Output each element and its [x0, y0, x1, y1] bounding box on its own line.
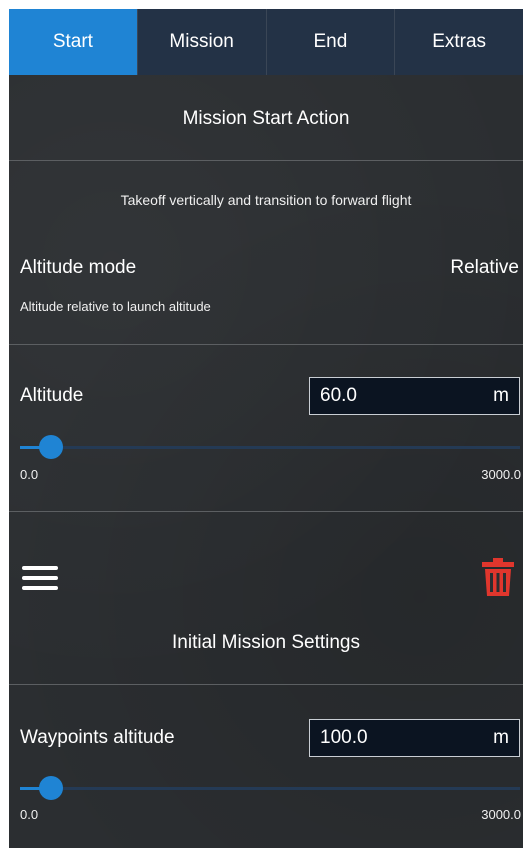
waypoints-altitude-slider[interactable]	[20, 776, 520, 800]
altitude-input-value[interactable]: 60.0	[320, 385, 357, 407]
slider-track[interactable]	[20, 446, 520, 449]
divider	[9, 511, 523, 512]
hamburger-menu-icon[interactable]	[22, 564, 58, 592]
waypoints-altitude-input[interactable]: 100.0 m	[309, 719, 520, 757]
mission-start-action-title: Mission Start Action	[182, 108, 350, 129]
slider-thumb[interactable]	[39, 776, 63, 800]
mission-panel: Start Mission End Extras Mission Start A…	[9, 9, 523, 848]
trash-icon[interactable]	[481, 558, 515, 596]
menu-bar	[22, 586, 58, 590]
tab-bar: Start Mission End Extras	[9, 9, 523, 75]
slider-thumb[interactable]	[39, 435, 63, 459]
divider	[9, 344, 523, 345]
waypoints-altitude-slider-max: 3000.0	[481, 807, 521, 822]
tab-end[interactable]: End	[266, 9, 396, 75]
altitude-slider[interactable]	[20, 435, 520, 459]
menu-bar	[22, 566, 58, 570]
divider	[9, 160, 523, 161]
slider-track[interactable]	[20, 787, 520, 790]
altitude-label: Altitude	[20, 385, 84, 406]
waypoints-altitude-input-value[interactable]: 100.0	[320, 727, 368, 749]
altitude-mode-hint: Altitude relative to launch altitude	[20, 299, 211, 314]
altitude-slider-max: 3000.0	[481, 467, 521, 482]
altitude-input[interactable]: 60.0 m	[309, 377, 520, 415]
initial-mission-settings-title: Initial Mission Settings	[172, 632, 360, 653]
tab-start[interactable]: Start	[9, 9, 138, 75]
waypoints-altitude-label: Waypoints altitude	[20, 727, 175, 748]
start-action-description: Takeoff vertically and transition to for…	[120, 192, 412, 208]
divider	[9, 684, 523, 685]
tab-extras[interactable]: Extras	[395, 9, 523, 75]
waypoints-altitude-unit: m	[493, 727, 509, 748]
waypoints-altitude-slider-min: 0.0	[20, 807, 39, 822]
tab-mission[interactable]: Mission	[137, 9, 267, 75]
menu-bar	[22, 576, 58, 580]
altitude-unit: m	[493, 385, 509, 406]
altitude-slider-min: 0.0	[20, 467, 39, 482]
altitude-mode-value[interactable]: Relative	[450, 257, 519, 279]
altitude-mode-label: Altitude mode	[20, 257, 137, 278]
